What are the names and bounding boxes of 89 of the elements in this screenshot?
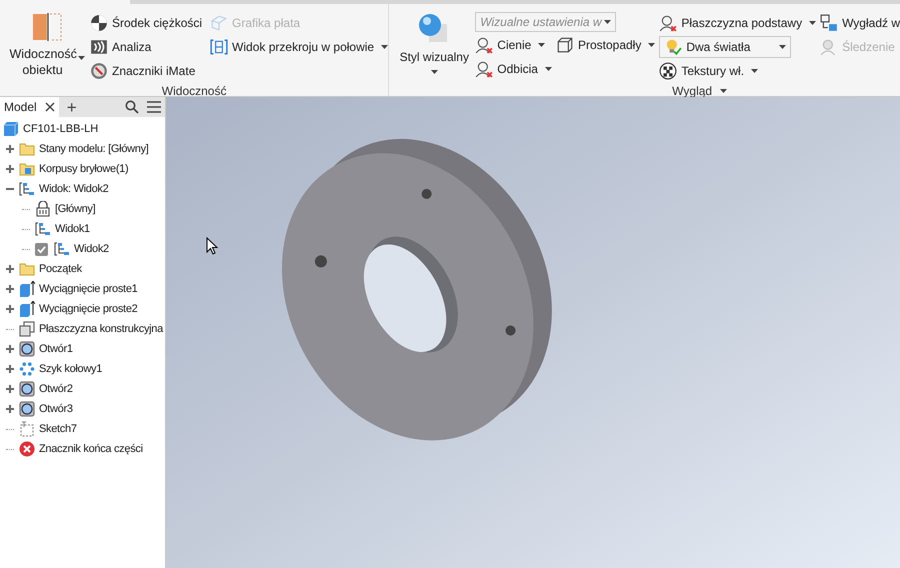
large-ribbon-button[interactable]: Styl wizualny: [397, 8, 472, 82]
tree-item[interactable]: Wyciągnięcie proste2: [39, 300, 138, 318]
search-icon[interactable]: [125, 100, 139, 114]
cube-icon: [3, 121, 19, 137]
browser-tab[interactable]: Model: [0, 97, 59, 117]
ribbon-tool[interactable]: Środek ciężkości: [90, 12, 202, 34]
check-icon: [37, 244, 46, 254]
tree-item[interactable]: Stany modelu: [Główny]: [39, 140, 149, 158]
caret-icon: [809, 21, 816, 25]
caret-icon: [544, 67, 552, 71]
caret-icon: [381, 45, 388, 49]
expand-toggle[interactable]: [5, 164, 15, 174]
hole-icon: [19, 341, 35, 357]
cube-icon: [556, 36, 574, 54]
tree-item[interactable]: Płaszczyzna konstrukcyjna: [39, 320, 163, 338]
mouse-cursor-icon: [206, 237, 218, 255]
large-ribbon-button[interactable]: Widoczność obiektu: [8, 8, 86, 82]
person-crossed-icon: [475, 60, 494, 78]
dots-ring-icon: [19, 361, 35, 377]
tree-item[interactable]: CF101-LBB-LH: [23, 120, 98, 138]
planes-icon: [19, 321, 35, 337]
ribbon-tool[interactable]: Wygładź w: [820, 12, 900, 34]
ribbon-tool[interactable]: Analiza: [90, 36, 202, 58]
tree-item[interactable]: Korpusy bryłowe(1): [39, 160, 128, 178]
expand-toggle[interactable]: [5, 384, 15, 394]
ribbon-tool[interactable]: Płaszczyzna podstawy: [659, 12, 816, 34]
ribbon-group-title: Widoczność: [160, 83, 228, 100]
folder-icon: [19, 141, 35, 157]
ribbon-tool[interactable]: Cienie: [475, 34, 552, 56]
expand-toggle[interactable]: [5, 344, 15, 354]
gauge-icon: [90, 62, 108, 80]
bulb-icon: [664, 38, 682, 56]
visibility-icon: [31, 12, 63, 42]
tree-item[interactable]: Otwór1: [39, 340, 73, 358]
tree-item[interactable]: Początek: [39, 260, 82, 278]
section-icon: [210, 38, 228, 56]
waves-icon: [90, 38, 108, 56]
tree-item[interactable]: Otwór2: [39, 380, 73, 398]
pie-icon: [90, 14, 108, 32]
tree-item[interactable]: Widok1: [55, 220, 90, 238]
ribbon-tool[interactable]: Widok przekroju w połowie: [210, 36, 388, 58]
ribbon-tool[interactable]: Odbicia: [475, 58, 552, 80]
tree-item[interactable]: Widok2: [74, 240, 109, 258]
error-icon: [19, 441, 35, 457]
tree-item[interactable]: [Główny]: [55, 200, 96, 218]
caret-icon: [78, 56, 84, 60]
hole-icon: [19, 381, 35, 397]
close-icon[interactable]: [44, 102, 55, 112]
lighting-dropdown[interactable]: Dwa światła: [659, 36, 792, 58]
surface-icon: [210, 14, 228, 32]
blocks-icon: [820, 14, 838, 32]
expand-toggle[interactable]: [5, 304, 15, 314]
checkbox[interactable]: [35, 242, 48, 256]
tree-item[interactable]: Widok: Widok2: [39, 180, 108, 198]
person-crossed-icon: [659, 14, 678, 32]
person-crossed-icon: [475, 36, 494, 54]
menu-icon[interactable]: [147, 101, 161, 113]
expand-toggle[interactable]: [5, 284, 15, 294]
expand-toggle[interactable]: [5, 144, 15, 154]
tree-item[interactable]: Otwór3: [39, 400, 73, 418]
caret-icon: [648, 43, 656, 47]
checker-ball-icon: [659, 62, 678, 80]
caret-icon: [604, 20, 612, 24]
tree-item[interactable]: Wyciągnięcie proste1: [39, 280, 138, 298]
caret-icon: [779, 45, 786, 49]
caret-icon: [430, 70, 438, 74]
caret-icon: [751, 69, 758, 73]
ribbon-tool[interactable]: Znaczniki iMate: [90, 60, 202, 82]
expand-toggle[interactable]: [5, 364, 15, 374]
caret-icon: [538, 43, 546, 47]
box-arrow-icon: [19, 281, 35, 297]
expand-toggle[interactable]: [5, 404, 15, 414]
sketch-icon: [19, 421, 35, 437]
box-arrow-icon: [19, 301, 35, 317]
tree-view-icon: [19, 181, 35, 197]
lock-icon: [35, 201, 51, 217]
tree-view-icon: [54, 241, 70, 257]
tree-item[interactable]: Szyk kołowy1: [39, 360, 102, 378]
tree-view-icon: [35, 221, 51, 237]
expand-toggle[interactable]: [5, 264, 15, 274]
add-tab-button[interactable]: +: [58, 98, 85, 116]
ribbon-group-title: Wygląd: [671, 83, 712, 100]
tree-item[interactable]: Znacznik końca części: [39, 440, 143, 458]
folder-icon: [19, 261, 35, 277]
ribbon-tool[interactable]: Tekstury wł.: [659, 60, 816, 82]
tree-item[interactable]: Sketch7: [39, 420, 77, 438]
hole-icon: [19, 401, 35, 417]
ribbon-tool[interactable]: Prostopadły: [556, 34, 656, 56]
folder-icon: [19, 161, 35, 177]
